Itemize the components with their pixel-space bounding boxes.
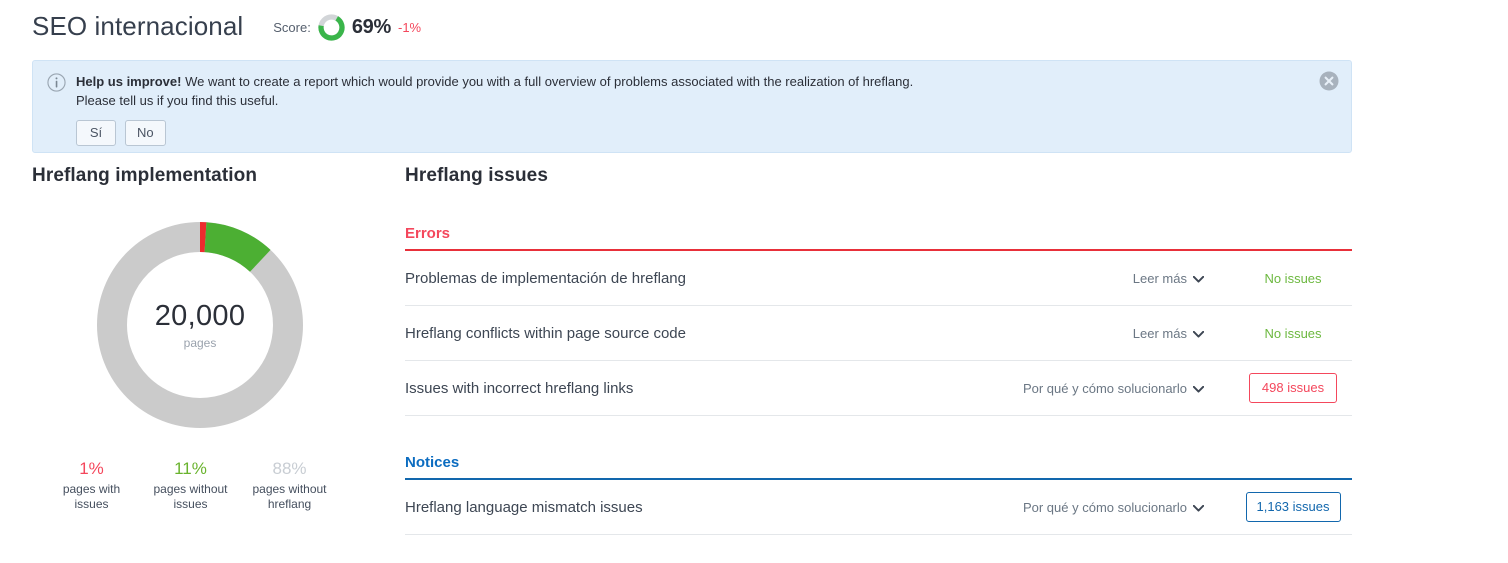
- issue-group-notices: Notices Hreflang language mismatch issue…: [405, 454, 1352, 535]
- banner-no-button[interactable]: No: [125, 120, 166, 146]
- legend-percent: 1%: [79, 459, 104, 478]
- donut-total-pages: 20,000: [154, 300, 246, 332]
- issues-title: Hreflang issues: [405, 165, 548, 186]
- legend-label: pages with issues: [42, 482, 141, 512]
- banner-line-1: Help us improve! We want to create a rep…: [76, 72, 1337, 91]
- issue-status: No issues: [1234, 326, 1352, 341]
- score-block: Score: 69% -1%: [273, 14, 421, 41]
- legend-label-line1: pages without: [252, 482, 327, 496]
- chevron-down-icon: [1193, 504, 1204, 512]
- table-row: Issues with incorrect hreflang links Por…: [405, 361, 1352, 416]
- legend-label: pages without issues: [141, 482, 240, 512]
- legend-label-line2: issues: [74, 497, 109, 511]
- chevron-down-icon: [1193, 330, 1204, 338]
- issues-count-badge[interactable]: 1,163 issues: [1245, 492, 1341, 522]
- implementation-title: Hreflang implementation: [32, 165, 258, 186]
- issue-action-label: Por qué y cómo solucionarlo: [1022, 380, 1187, 396]
- page-header: SEO internacional Score: 69% -1%: [32, 8, 421, 44]
- legend-percent: 88%: [272, 459, 307, 478]
- issue-action-link[interactable]: Por qué y cómo solucionarlo: [1023, 500, 1204, 515]
- issue-action-link[interactable]: Leer más: [1133, 326, 1204, 341]
- issue-action-link[interactable]: Leer más: [1133, 271, 1204, 286]
- score-ring-icon: [318, 14, 345, 41]
- score-value: 69%: [351, 16, 391, 38]
- issue-action-label: Leer más: [1132, 325, 1187, 341]
- issues-count-badge[interactable]: 498 issues: [1249, 373, 1337, 403]
- issue-name: Hreflang language mismatch issues: [405, 498, 643, 516]
- issue-name: Hreflang conflicts within page source co…: [405, 324, 686, 342]
- table-row: Hreflang conflicts within page source co…: [405, 306, 1352, 361]
- status-badge: No issues: [1264, 325, 1322, 341]
- table-row: Hreflang language mismatch issues Por qu…: [405, 480, 1352, 535]
- hreflang-implementation-panel: Hreflang implementation 20,000 pages 1% …: [32, 165, 377, 512]
- hreflang-issues-panel: Hreflang issues Errors Problemas de impl…: [405, 165, 1352, 535]
- group-heading-notices: Notices: [405, 454, 460, 471]
- legend-item: 1% pages with issues: [42, 458, 141, 512]
- legend-label-line2: hreflang: [267, 497, 312, 511]
- issue-action-link[interactable]: Por qué y cómo solucionarlo: [1023, 381, 1204, 396]
- issue-action-label: Por qué y cómo solucionarlo: [1022, 499, 1187, 515]
- banner-text: We want to create a report which would p…: [181, 74, 914, 89]
- hreflang-implementation-donut-chart: 20,000 pages: [94, 219, 306, 431]
- donut-center-label: 20,000 pages: [94, 219, 306, 431]
- legend-percent: 11%: [174, 459, 207, 478]
- table-row: Problemas de implementación de hreflang …: [405, 251, 1352, 306]
- score-label: Score:: [273, 20, 311, 35]
- legend-item: 11% pages without issues: [141, 458, 240, 512]
- issue-name: Issues with incorrect hreflang links: [405, 379, 634, 397]
- issue-group-errors: Errors Problemas de implementación de hr…: [405, 225, 1352, 416]
- issue-action-label: Leer más: [1132, 270, 1187, 286]
- chevron-down-icon: [1193, 385, 1204, 393]
- score-delta: -1%: [397, 20, 422, 35]
- legend-label-line2: issues: [173, 497, 208, 511]
- donut-total-unit: pages: [183, 336, 217, 350]
- close-icon[interactable]: [1319, 71, 1339, 91]
- chevron-down-icon: [1193, 275, 1204, 283]
- legend-label-line1: pages with: [62, 482, 121, 496]
- legend-label: pages without hreflang: [240, 482, 339, 512]
- page-title: SEO internacional: [32, 11, 244, 41]
- help-us-improve-banner: Help us improve! We want to create a rep…: [32, 60, 1352, 153]
- issue-status: 498 issues: [1234, 373, 1352, 403]
- issue-status: No issues: [1234, 271, 1352, 286]
- banner-yes-button[interactable]: Sí: [76, 120, 116, 146]
- issue-name: Problemas de implementación de hreflang: [405, 269, 686, 287]
- issue-status: 1,163 issues: [1234, 492, 1352, 522]
- status-badge: No issues: [1264, 270, 1322, 286]
- donut-legend: 1% pages with issues 11% pages without i…: [32, 458, 377, 512]
- group-heading-errors: Errors: [405, 225, 451, 242]
- legend-item: 88% pages without hreflang: [240, 458, 339, 512]
- info-icon: [47, 73, 66, 92]
- banner-strong: Help us improve!: [76, 74, 182, 89]
- seo-international-report-page: SEO internacional Score: 69% -1% Help us…: [0, 0, 1508, 563]
- legend-label-line1: pages without: [153, 482, 228, 496]
- banner-line-2: Please tell us if you find this useful.: [76, 93, 279, 108]
- banner-buttons: Sí No: [76, 120, 1337, 146]
